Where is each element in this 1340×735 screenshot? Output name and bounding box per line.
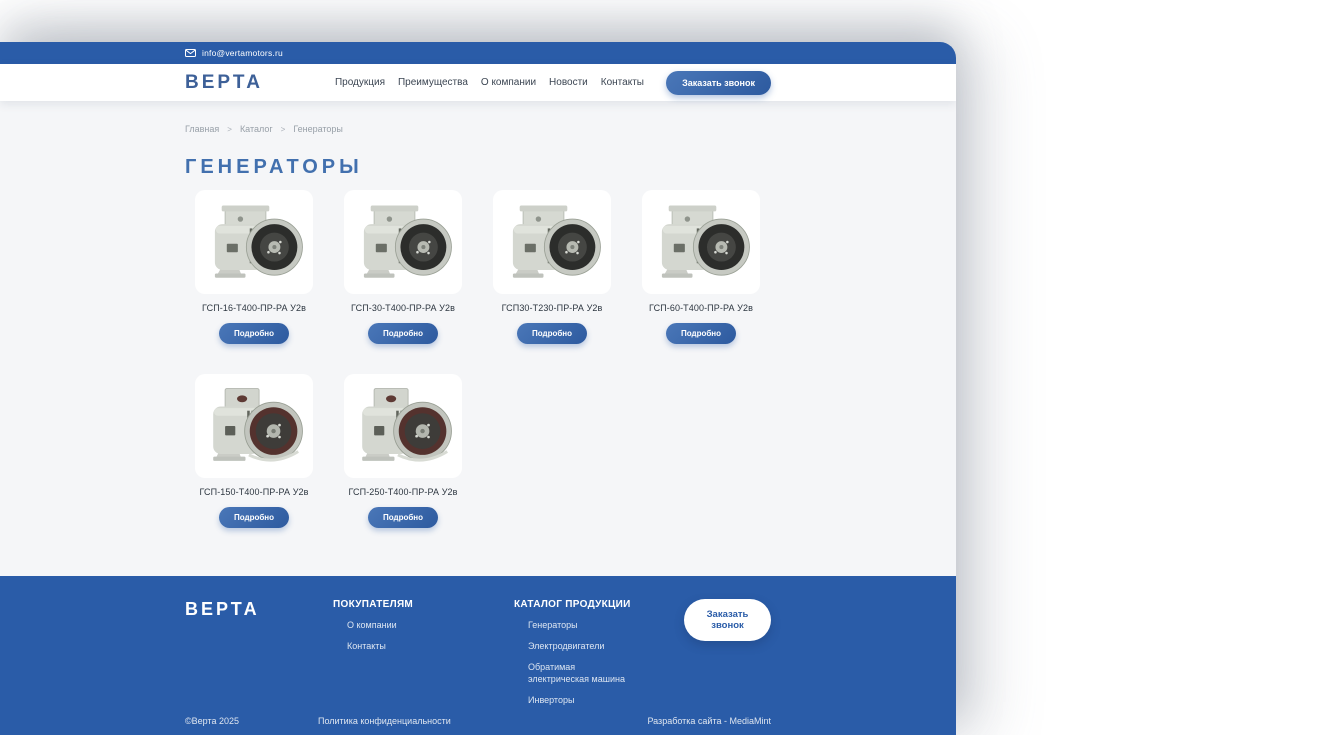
- email-text: info@vertamotors.ru: [202, 48, 283, 58]
- product-image-box[interactable]: [493, 190, 611, 294]
- footer-column-buyers: ПОКУПАТЕЛЯМ О компании Контакты: [333, 599, 514, 652]
- product-name: ГСП-30-Т400-ПР-РА У2в: [351, 303, 455, 313]
- nav-item-advantages[interactable]: Преимущества: [398, 77, 468, 88]
- main-content: Главная > Каталог > Генераторы ГЕНЕРАТОР…: [185, 124, 771, 528]
- product-grid: ГСП-16-Т400-ПР-РА У2в Подробно ГСП-30-Т4…: [195, 190, 771, 528]
- product-image-box[interactable]: [195, 374, 313, 478]
- email-link[interactable]: info@vertamotors.ru: [185, 48, 771, 58]
- product-image-box[interactable]: [195, 190, 313, 294]
- logo[interactable]: ВЕРТА: [185, 72, 263, 94]
- footer-logo[interactable]: ВЕРТА: [185, 599, 333, 620]
- page-title: ГЕНЕРАТОРЫ: [185, 156, 363, 178]
- nav-item-news[interactable]: Новости: [549, 77, 588, 88]
- details-button[interactable]: Подробно: [516, 323, 588, 344]
- generator-image: [501, 198, 603, 286]
- details-button[interactable]: Подробно: [218, 507, 290, 528]
- breadcrumb-home[interactable]: Главная: [185, 124, 219, 135]
- breadcrumb-current: Генераторы: [293, 124, 343, 134]
- product-name: ГСП30-Т230-ПР-РА У2в: [501, 303, 603, 313]
- site-footer: ВЕРТА ПОКУПАТЕЛЯМ О компании Контакты КА…: [0, 576, 956, 735]
- footer-link-contacts[interactable]: Контакты: [333, 640, 453, 652]
- footer-heading: КАТАЛОГ ПРОДУКЦИИ: [514, 599, 631, 610]
- product-image-box[interactable]: [642, 190, 760, 294]
- details-button[interactable]: Подробно: [367, 507, 439, 528]
- product-card: ГСП-60-Т400-ПР-РА У2в Подробно: [642, 190, 760, 344]
- product-card: ГСП30-Т230-ПР-РА У2в Подробно: [493, 190, 611, 344]
- developer-credit-link[interactable]: Разработка сайта - MediaMint: [647, 716, 771, 726]
- footer-link-inverters[interactable]: Инверторы: [514, 694, 632, 706]
- footer-link-motors[interactable]: Электродвигатели: [514, 640, 632, 652]
- product-card: ГСП-150-Т400-ПР-РА У2в Подробно: [195, 374, 313, 528]
- product-name: ГСП-60-Т400-ПР-РА У2в: [649, 303, 753, 313]
- generator-image: [203, 198, 305, 286]
- breadcrumb-separator: >: [227, 125, 232, 134]
- nav-item-products[interactable]: Продукция: [335, 77, 385, 88]
- footer-order-call-button[interactable]: Заказать звонок: [684, 599, 771, 641]
- breadcrumb-separator: >: [280, 125, 286, 134]
- footer-column-catalog: КАТАЛОГ ПРОДУКЦИИ Генераторы Электродвиг…: [514, 599, 684, 706]
- details-button[interactable]: Подробно: [665, 323, 737, 344]
- order-call-button[interactable]: Заказать звонок: [666, 70, 771, 95]
- product-name: ГСП-16-Т400-ПР-РА У2в: [202, 303, 306, 313]
- product-card: ГСП-16-Т400-ПР-РА У2в Подробно: [195, 190, 313, 344]
- details-button[interactable]: Подробно: [367, 323, 439, 344]
- generator-image: [352, 382, 454, 470]
- product-image-box[interactable]: [344, 190, 462, 294]
- generator-image: [352, 198, 454, 286]
- generator-image: [203, 382, 305, 470]
- product-card: ГСП-250-Т400-ПР-РА У2в Подробно: [344, 374, 462, 528]
- page-canvas: info@vertamotors.ru ВЕРТА Продукция Преи…: [0, 0, 1340, 735]
- privacy-policy-link[interactable]: Политика конфиденциальности: [318, 716, 647, 726]
- breadcrumb-catalog[interactable]: Каталог: [240, 124, 273, 135]
- breadcrumb: Главная > Каталог > Генераторы: [185, 124, 771, 135]
- envelope-icon: [185, 49, 196, 57]
- nav-item-about[interactable]: О компании: [481, 77, 536, 88]
- top-contact-bar: info@vertamotors.ru: [0, 42, 956, 64]
- footer-link-reversible-machine[interactable]: Обратимая электрическая машина: [514, 661, 632, 685]
- copyright-text: ©Верта 2025: [185, 716, 239, 726]
- generator-image: [650, 198, 752, 286]
- site-header: ВЕРТА Продукция Преимущества О компании …: [0, 64, 956, 101]
- product-image-box[interactable]: [344, 374, 462, 478]
- site-window: info@vertamotors.ru ВЕРТА Продукция Преи…: [0, 42, 956, 735]
- footer-heading: ПОКУПАТЕЛЯМ: [333, 599, 414, 610]
- footer-link-about[interactable]: О компании: [333, 619, 453, 631]
- product-card: ГСП-30-Т400-ПР-РА У2в Подробно: [344, 190, 462, 344]
- details-button[interactable]: Подробно: [218, 323, 290, 344]
- product-name: ГСП-150-Т400-ПР-РА У2в: [199, 487, 309, 497]
- product-name: ГСП-250-Т400-ПР-РА У2в: [348, 487, 458, 497]
- footer-bottom-bar: ©Верта 2025 Политика конфиденциальности …: [0, 716, 956, 726]
- footer-link-generators[interactable]: Генераторы: [514, 619, 632, 631]
- main-nav: Продукция Преимущества О компании Новост…: [335, 77, 644, 88]
- nav-item-contacts[interactable]: Контакты: [601, 77, 644, 88]
